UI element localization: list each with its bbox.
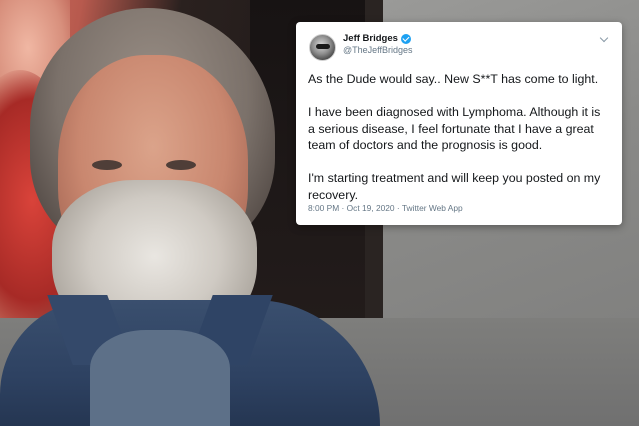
user-handle[interactable]: @TheJeffBridges bbox=[343, 45, 413, 55]
tweet-paragraph-1: As the Dude would say.. New S**T has com… bbox=[308, 72, 599, 86]
verified-badge-icon bbox=[400, 33, 411, 44]
tweet-text: As the Dude would say.. New S**T has com… bbox=[308, 71, 610, 203]
avatar[interactable] bbox=[309, 34, 336, 61]
display-name-row: Jeff Bridges bbox=[343, 33, 413, 44]
author-info: Jeff Bridges @TheJeffBridges bbox=[343, 33, 413, 55]
t-shirt bbox=[90, 330, 230, 426]
chevron-down-icon[interactable] bbox=[599, 33, 609, 43]
tweet-timestamp[interactable]: 8:00 PM · Oct 19, 2020 · Twitter Web App bbox=[308, 203, 463, 213]
tweet-paragraph-3: I'm starting treatment and will keep you… bbox=[308, 171, 601, 202]
tweet-header: Jeff Bridges @TheJeffBridges bbox=[308, 33, 610, 63]
display-name[interactable]: Jeff Bridges bbox=[343, 33, 398, 44]
left-eye bbox=[92, 160, 122, 170]
tweet-card: Jeff Bridges @TheJeffBridges As the Dude… bbox=[296, 22, 622, 225]
right-eye bbox=[166, 160, 196, 170]
tweet-paragraph-2: I have been diagnosed with Lymphoma. Alt… bbox=[308, 105, 601, 152]
